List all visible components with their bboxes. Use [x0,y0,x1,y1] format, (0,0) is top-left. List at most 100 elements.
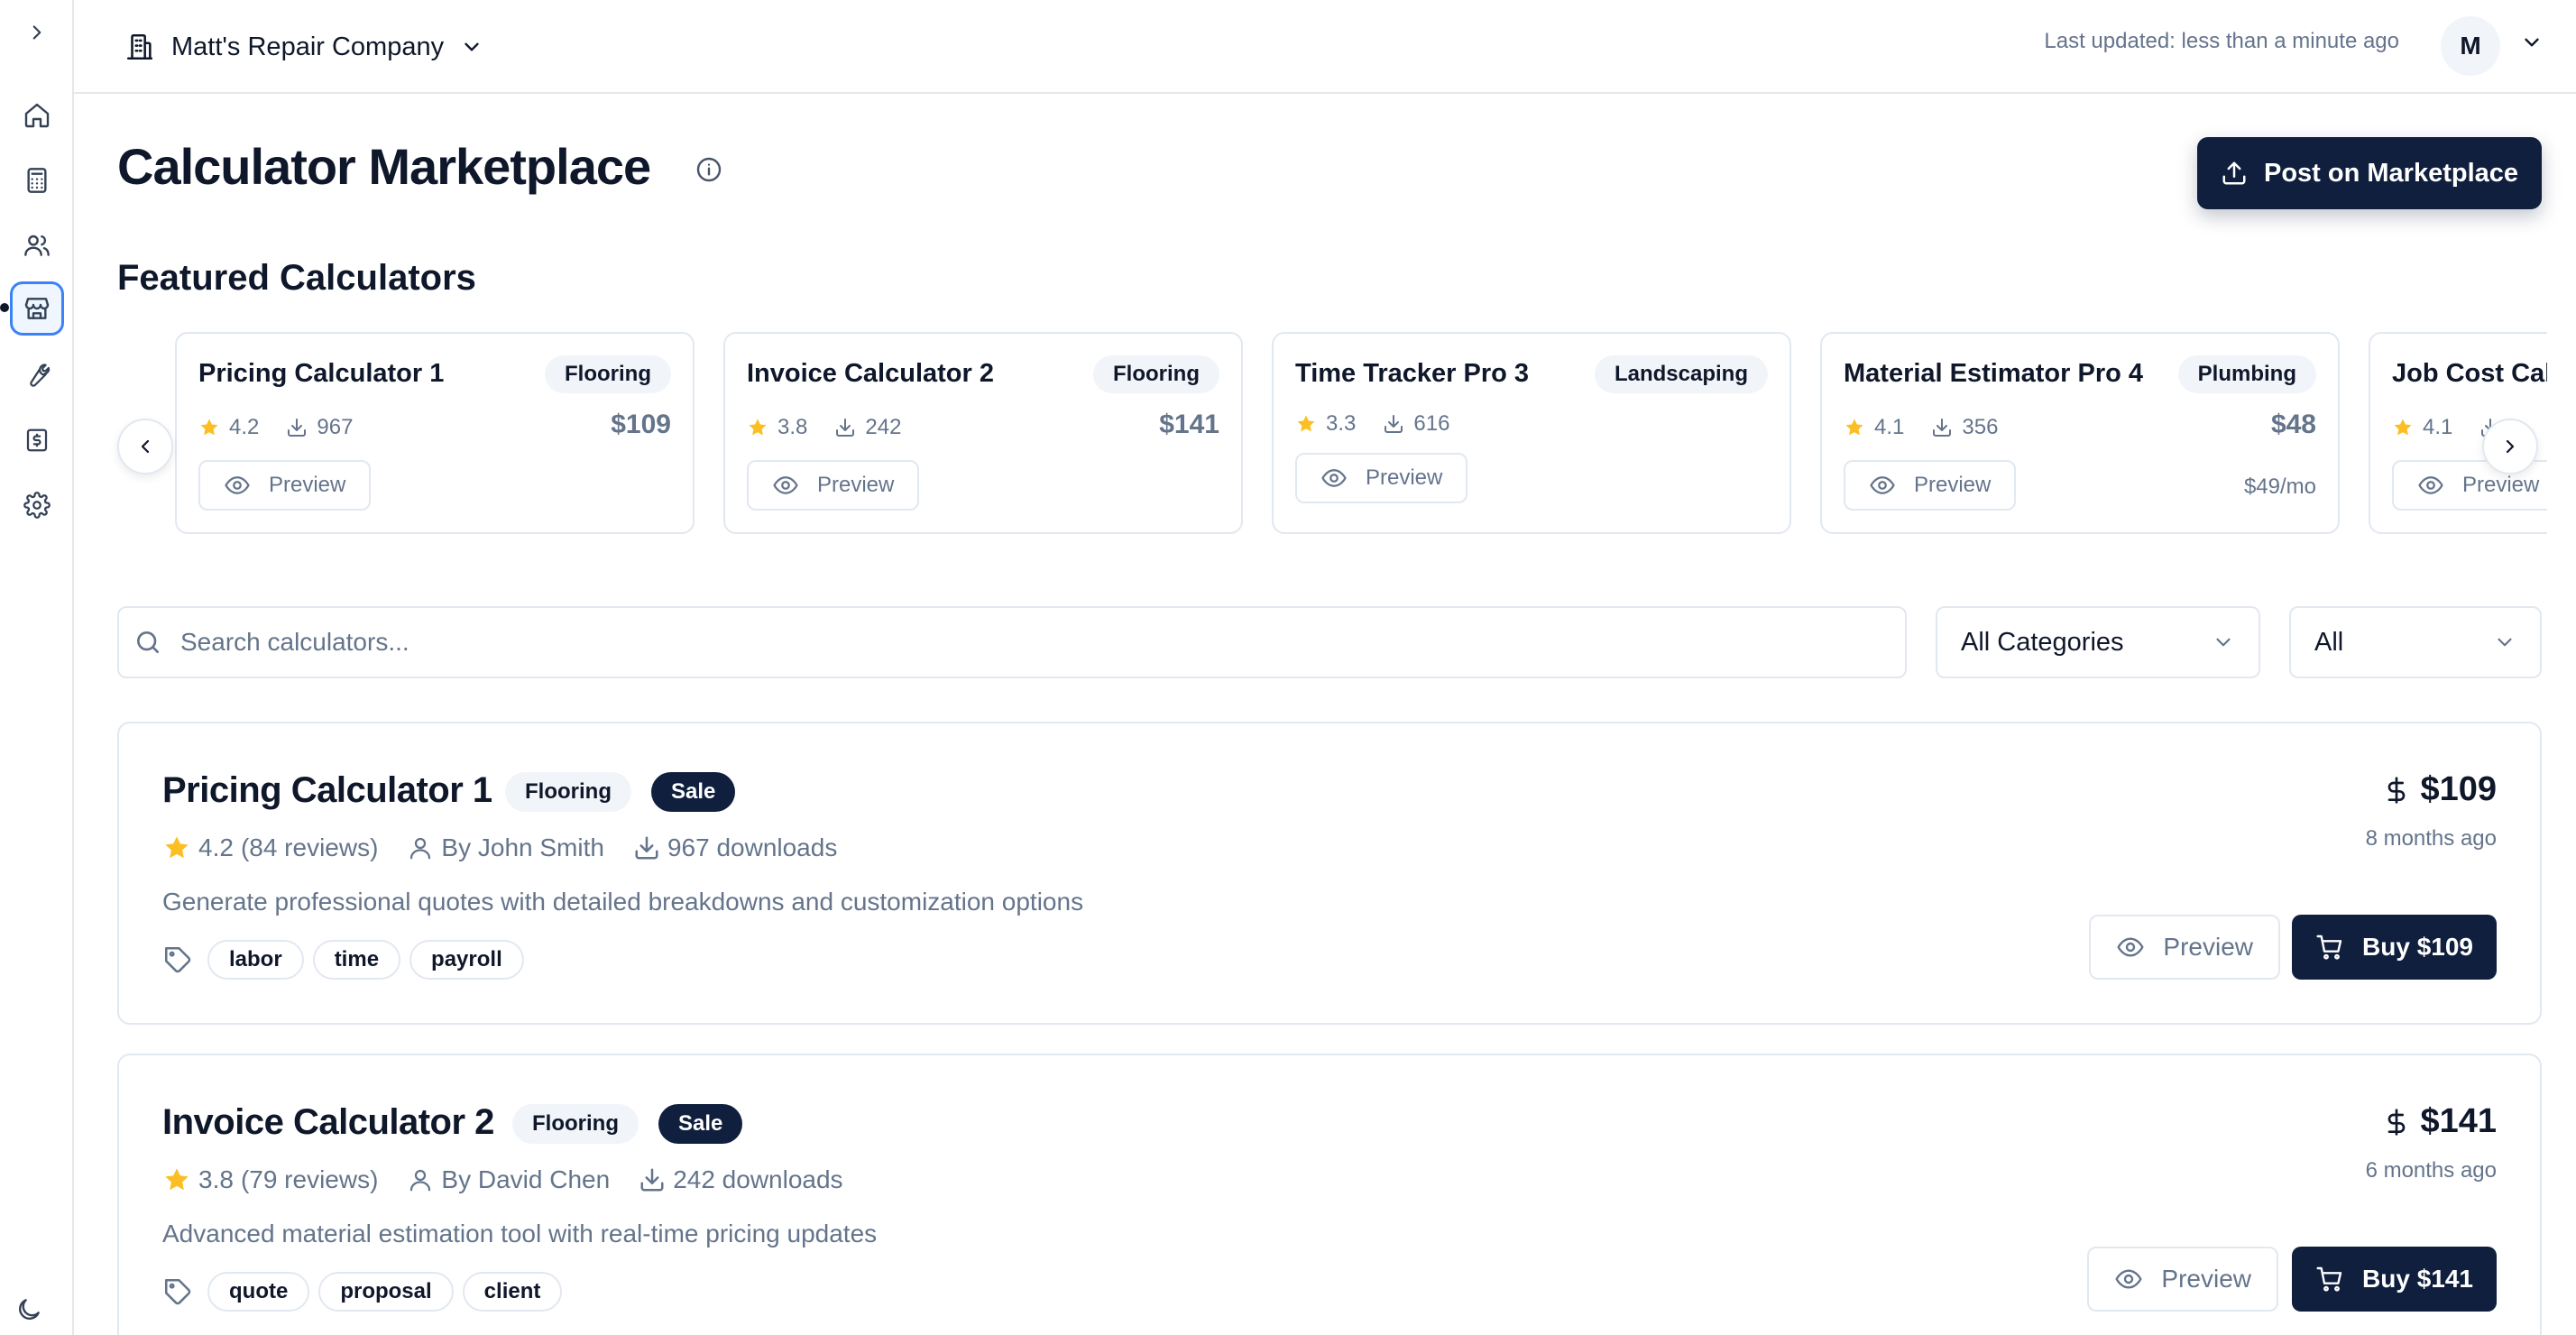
tag-chip[interactable]: time [312,940,401,980]
featured-card-rating: 3.3 [1326,411,1357,436]
preview-label: Preview [1914,473,1992,497]
users-icon [23,231,51,260]
featured-card-name: Time Tracker Pro 3 [1295,359,1530,388]
theme-toggle[interactable] [14,1295,43,1324]
featured-card-preview-button[interactable]: Preview [747,460,920,511]
star-icon [747,417,768,438]
buy-button[interactable]: Buy $109 [2292,915,2497,980]
user-avatar[interactable]: M [2441,16,2500,76]
type-select[interactable]: All [2289,606,2542,678]
chevron-down-icon [460,35,483,59]
company-name: Matt's Repair Company [171,32,445,61]
featured-card-downloads: 967 [317,415,354,439]
review-count: (84 reviews) [240,833,379,861]
featured-card[interactable]: Time Tracker Pro 3 Landscaping 3.3 616 P… [1272,332,1791,534]
featured-card-preview-button[interactable]: Preview [1844,460,2017,511]
sidebar [0,0,74,1335]
preview-label: Preview [269,473,346,497]
download-icon [286,417,308,438]
info-icon[interactable] [695,155,723,184]
preview-button[interactable]: Preview [2089,915,2280,980]
post-on-marketplace-button[interactable]: Post on Marketplace [2197,137,2542,209]
type-select-value: All [2314,627,2344,657]
listing-category: Flooring [512,1104,639,1144]
featured-card-downloads: 616 [1413,411,1450,436]
eye-icon [224,472,251,499]
preview-button[interactable]: Preview [2087,1247,2278,1312]
featured-card[interactable]: Material Estimator Pro 4 Plumbing 4.1 35… [1820,332,2340,534]
listing-author: By David Chen [407,1165,610,1194]
listing-name[interactable]: Invoice Calculator 2 [162,1102,494,1143]
buy-label: Buy $141 [2362,1265,2473,1293]
carousel-next-button[interactable] [2482,419,2538,474]
download-icon [1383,413,1404,435]
eye-icon [1320,465,1348,492]
sidebar-item-marketplace[interactable] [10,281,64,336]
featured-card[interactable]: Invoice Calculator 2 Flooring 3.8 242 $1… [723,332,1243,534]
listing-downloads: 967 downloads [633,833,837,862]
wrench-icon [23,362,51,389]
chevron-down-icon [2520,31,2544,54]
home-icon [23,101,51,130]
calculator-icon [23,166,51,195]
star-icon [1844,417,1865,438]
listing-name[interactable]: Pricing Calculator 1 [162,770,492,811]
tag-chip[interactable]: client [462,1272,563,1312]
tag-chip[interactable]: payroll [409,940,524,980]
featured-card[interactable]: Pricing Calculator 1 Flooring 4.2 967 $1… [175,332,695,534]
tag-chip[interactable]: quote [207,1272,310,1312]
listing-description: Generate professional quotes with detail… [162,888,1084,916]
tag-icon [162,1276,193,1307]
sale-badge: Sale [658,1104,743,1144]
tag-chip[interactable]: labor [207,940,304,980]
company-switcher[interactable]: Matt's Repair Company [124,23,483,70]
category-select-value: All Categories [1961,627,2124,657]
active-indicator [0,303,9,312]
star-icon [162,1165,191,1194]
cart-icon [2315,933,2344,962]
chevron-down-icon [2212,631,2235,654]
listing-date: 6 months ago [2365,1158,2497,1183]
eye-icon [2114,1265,2143,1294]
sidebar-item-calculators[interactable] [10,153,64,207]
sidebar-item-settings[interactable] [10,478,64,532]
sidebar-item-tools[interactable] [10,348,64,402]
listing-card: Pricing Calculator 1 Flooring Sale 4.2 (… [117,722,2542,1025]
tag-chip[interactable]: proposal [318,1272,454,1312]
chevron-down-icon [2493,631,2516,654]
featured-card-category: Landscaping [1594,355,1768,393]
featured-card-preview-button[interactable]: Preview [198,460,372,511]
sidebar-expand-button[interactable] [10,5,64,60]
featured-card-price: $109 [611,410,671,439]
cart-icon [2315,1265,2344,1294]
eye-icon [2417,472,2444,499]
category-select[interactable]: All Categories [1936,606,2260,678]
chevron-right-icon [25,21,49,44]
sidebar-item-home[interactable] [10,88,64,143]
search-icon [133,628,162,657]
featured-card-rating: 4.1 [1874,415,1905,439]
featured-card-preview-button[interactable]: Preview [1295,453,1468,503]
buy-button[interactable]: Buy $141 [2292,1247,2497,1312]
featured-card-price: $141 [1159,410,1219,439]
sidebar-item-billing[interactable] [10,413,64,467]
eye-icon [1869,472,1896,499]
sidebar-item-customers[interactable] [10,218,64,272]
listing-description: Advanced material estimation tool with r… [162,1220,878,1248]
download-icon [633,834,660,861]
featured-card-subscription: $49/mo [2243,474,2316,499]
featured-card-price: $48 [2270,410,2316,439]
user-menu-chevron[interactable] [2520,31,2544,54]
eye-icon [772,472,799,499]
search-box [117,606,1907,678]
listing-stats: 3.8 (79 reviews) By David Chen 242 downl… [162,1165,872,1194]
tag-icon [162,944,193,975]
preview-label: Preview [817,473,895,497]
featured-card-category: Plumbing [2177,355,2316,393]
search-input[interactable] [180,628,1804,657]
author-name: By David Chen [441,1165,611,1193]
carousel-prev-button[interactable] [117,419,173,474]
listing-category: Flooring [505,772,631,812]
listing-price: $109 [2382,770,2497,809]
rating-value: 4.2 [198,833,234,861]
